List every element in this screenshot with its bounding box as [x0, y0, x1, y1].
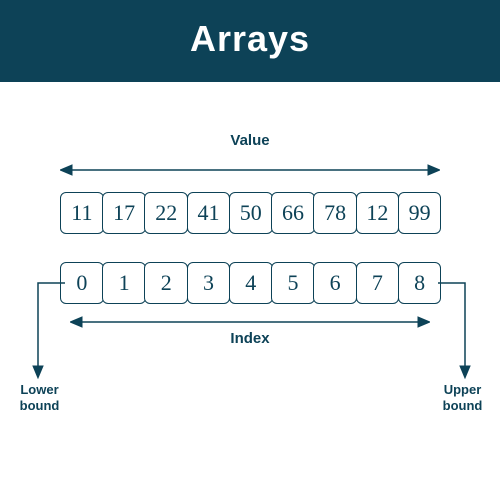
diagram-stage: Value 11 17 22 41 50 66 78 12 99 0 1 2 3…	[0, 82, 500, 502]
lower-bound-label: Lower bound	[12, 382, 67, 413]
index-span-arrow	[70, 312, 430, 332]
values-span-arrow	[60, 160, 440, 180]
indices-row: 0 1 2 3 4 5 6 7 8	[60, 262, 440, 304]
value-cell: 50	[229, 192, 273, 234]
index-cell: 7	[356, 262, 400, 304]
values-label: Value	[0, 132, 500, 149]
index-cell: 3	[187, 262, 231, 304]
upper-bound-line1: Upper	[444, 382, 482, 397]
value-cell: 66	[271, 192, 315, 234]
page-title: Arrays	[0, 0, 500, 82]
index-cell: 0	[60, 262, 104, 304]
index-cell: 5	[271, 262, 315, 304]
upper-bound-label: Upper bound	[435, 382, 490, 413]
index-cell: 6	[313, 262, 357, 304]
lower-bound-arrow	[30, 280, 65, 380]
upper-bound-arrow	[438, 280, 473, 380]
index-cell: 1	[102, 262, 146, 304]
lower-bound-line2: bound	[20, 398, 60, 413]
values-row: 11 17 22 41 50 66 78 12 99	[60, 192, 440, 234]
lower-bound-line1: Lower	[20, 382, 58, 397]
upper-bound-line2: bound	[443, 398, 483, 413]
index-cell: 8	[398, 262, 442, 304]
index-cell: 2	[144, 262, 188, 304]
value-cell: 12	[356, 192, 400, 234]
value-cell: 99	[398, 192, 442, 234]
index-cell: 4	[229, 262, 273, 304]
value-cell: 41	[187, 192, 231, 234]
index-label: Index	[0, 330, 500, 347]
value-cell: 22	[144, 192, 188, 234]
value-cell: 78	[313, 192, 357, 234]
value-cell: 11	[60, 192, 104, 234]
value-cell: 17	[102, 192, 146, 234]
